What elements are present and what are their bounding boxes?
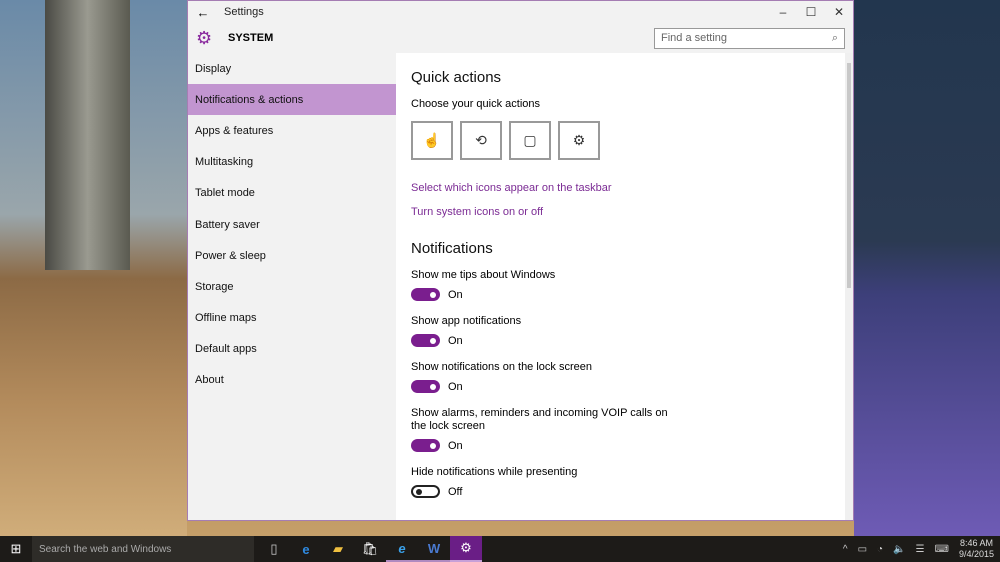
search-input[interactable]: Find a setting ⌕ (654, 27, 845, 49)
sidebar-item-about[interactable]: About (188, 365, 396, 396)
sidebar-item-notifications[interactable]: Notifications & actions (188, 84, 396, 116)
toggle-switch[interactable] (411, 439, 440, 452)
taskbar-search-placeholder: Search the web and Windows (39, 543, 172, 555)
action-center-icon[interactable]: ☰ (916, 544, 925, 555)
setting-app-notifications: Show app notifications On (411, 315, 845, 347)
settings-icon[interactable]: ⚙ (558, 121, 600, 160)
clock-time: 8:46 AM (959, 538, 993, 548)
sidebar-item-storage[interactable]: Storage (188, 271, 396, 302)
keyboard-icon[interactable]: ⌨ (935, 544, 949, 555)
close-button[interactable]: ✕ (825, 5, 853, 19)
title-bar: ← Settings – ☐ ✕ (188, 1, 853, 23)
quick-actions-grid: ☝ ⟲ ▢ ⚙ (411, 121, 845, 160)
desktop-wallpaper-left (0, 0, 187, 536)
internet-explorer-icon[interactable]: e (386, 536, 418, 562)
sidebar-item-battery-saver[interactable]: Battery saver (188, 209, 396, 240)
sidebar-item-tablet-mode[interactable]: Tablet mode (188, 178, 396, 209)
setting-alarms-voip: Show alarms, reminders and incoming VOIP… (411, 407, 845, 452)
sidebar-item-default-apps[interactable]: Default apps (188, 334, 396, 365)
taskbar-icons-link[interactable]: Select which icons appear on the taskbar (411, 182, 845, 194)
edge-icon[interactable]: e (290, 536, 322, 562)
toggle-state: On (448, 439, 463, 452)
battery-icon[interactable]: ▭ (858, 544, 867, 555)
setting-label: Hide notifications while presenting (411, 466, 578, 478)
setting-label: Show me tips about Windows (411, 269, 556, 281)
sidebar-item-apps[interactable]: Apps & features (188, 115, 396, 146)
chevron-up-icon[interactable]: ^ (843, 544, 848, 555)
toggle-state: On (448, 288, 463, 301)
setting-label: Show app notifications (411, 315, 522, 327)
search-placeholder: Find a setting (661, 32, 728, 44)
setting-hide-presenting: Hide notifications while presenting Off (411, 466, 845, 498)
toggle-state: Off (448, 485, 463, 498)
clock-date: 9/4/2015 (958, 549, 994, 559)
notifications-heading: Notifications (411, 240, 493, 257)
toggle-state: On (448, 334, 463, 347)
sidebar-item-multitasking[interactable]: Multitasking (188, 147, 396, 178)
sidebar-item-power-sleep[interactable]: Power & sleep (188, 240, 396, 271)
setting-label: Show alarms, reminders and incoming VOIP… (411, 407, 668, 432)
task-view-icon[interactable]: ▯ (258, 536, 290, 562)
word-icon[interactable]: W (418, 536, 450, 562)
store-icon[interactable]: 🛍 (354, 536, 386, 562)
clock[interactable]: 8:46 AM 9/4/2015 (959, 538, 994, 560)
desktop-wallpaper-right (854, 0, 1000, 536)
scrollbar-thumb[interactable] (847, 63, 851, 288)
rotation-lock-icon[interactable]: ⟲ (460, 121, 502, 160)
content-pane: Quick actions Choose your quick actions … (396, 53, 845, 520)
toggle-state: On (448, 380, 463, 393)
toggle-switch[interactable] (411, 485, 440, 498)
window-title: Settings (224, 6, 264, 18)
section-title: SYSTEM (228, 32, 274, 44)
settings-window: ← Settings – ☐ ✕ ⚙ SYSTEM Find a setting… (187, 0, 854, 521)
windows-start-icon[interactable]: ⊞ (0, 541, 32, 557)
gear-icon: ⚙ (196, 27, 213, 48)
sidebar-item-offline-maps[interactable]: Offline maps (188, 303, 396, 334)
wifi-icon[interactable]: ◔ (877, 544, 883, 555)
volume-icon[interactable]: 🔈 (893, 544, 905, 555)
back-arrow-icon[interactable]: ← (188, 5, 218, 20)
system-icons-link[interactable]: Turn system icons on or off (411, 206, 845, 218)
setting-tips: Show me tips about Windows On (411, 269, 845, 301)
wallpaper-tree (45, 0, 130, 270)
search-icon[interactable]: ⌕ (832, 32, 838, 45)
taskbar: ⊞ Search the web and Windows ▯ e ▰ 🛍 e W… (0, 536, 1000, 562)
sidebar-item-display[interactable]: Display (188, 53, 396, 84)
tablet-mode-icon[interactable]: ☝ (411, 121, 453, 160)
toggle-switch[interactable] (411, 380, 440, 393)
minimize-button[interactable]: – (769, 5, 797, 19)
scrollbar[interactable] (845, 53, 853, 520)
maximize-button[interactable]: ☐ (797, 5, 825, 19)
header: ⚙ SYSTEM Find a setting ⌕ (188, 23, 853, 53)
file-explorer-icon[interactable]: ▰ (322, 536, 354, 562)
note-icon[interactable]: ▢ (509, 121, 551, 160)
toggle-switch[interactable] (411, 334, 440, 347)
toggle-switch[interactable] (411, 288, 440, 301)
sidebar: Display Notifications & actions Apps & f… (188, 53, 396, 520)
settings-taskbar-icon[interactable]: ⚙ (450, 536, 482, 562)
quick-actions-heading: Quick actions (411, 69, 502, 86)
taskbar-search[interactable]: Search the web and Windows (32, 536, 254, 562)
quick-actions-subheading: Choose your quick actions (411, 98, 541, 110)
setting-lock-screen: Show notifications on the lock screen On (411, 361, 845, 393)
setting-label: Show notifications on the lock screen (411, 361, 592, 373)
